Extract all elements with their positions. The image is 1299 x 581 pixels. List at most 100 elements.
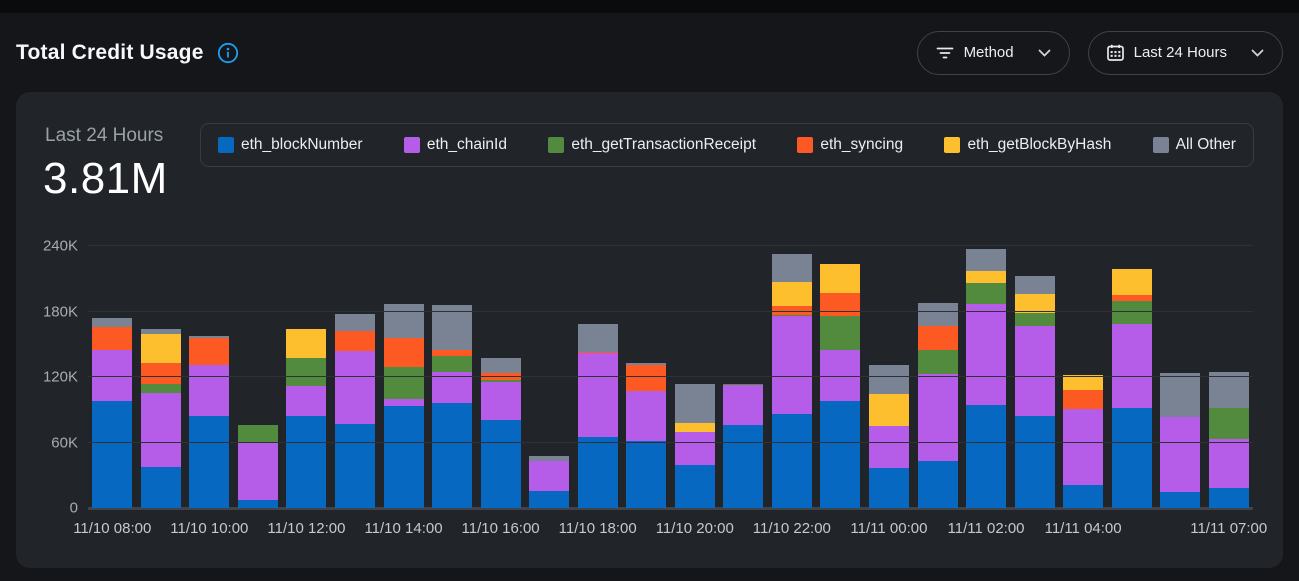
bar-segment-eth_gettransactionreceipt <box>966 283 1006 304</box>
bar-segment-eth_chainid <box>189 365 229 416</box>
stacked-bar-11-10-10-00[interactable] <box>189 246 229 508</box>
legend-item-eth_blocknumber[interactable]: eth_blockNumber <box>218 136 362 154</box>
bar-segment-eth_gettransactionreceipt <box>286 358 326 385</box>
bar-segment-eth_blocknumber <box>869 468 909 508</box>
stacked-bar-11-10-15-00[interactable] <box>432 246 472 508</box>
stacked-bar-11-10-21-00[interactable] <box>723 246 763 508</box>
header: Total Credit Usage Method <box>0 13 1299 92</box>
filters: Method Last 24 Hours <box>917 31 1283 75</box>
stacked-bar-11-10-12-00[interactable] <box>286 246 326 508</box>
bar-segment-eth_chainid <box>626 391 666 441</box>
bar-slot <box>1059 246 1108 508</box>
bar-segment-eth_blocknumber <box>1015 416 1055 508</box>
stacked-bar-11-11-06-00[interactable] <box>1160 246 1200 508</box>
method-filter-dropdown[interactable]: Method <box>917 31 1070 75</box>
bar-segment-eth_chainid <box>481 382 521 419</box>
bar-slot <box>768 246 817 508</box>
x-tick-label: 11/11 02:00 <box>948 520 1025 537</box>
stacked-bar-11-11-07-00[interactable] <box>1209 246 1249 508</box>
x-tick-label: 11/11 00:00 <box>850 520 927 537</box>
total-value: 3.81M <box>43 154 168 204</box>
bar-segment-eth_blocknumber <box>1112 408 1152 508</box>
stacked-bar-11-10-17-00[interactable] <box>529 246 569 508</box>
bar-segment-eth_chainid <box>335 351 375 424</box>
bar-segment-eth_chainid <box>1160 417 1200 491</box>
legend-item-all-other[interactable]: All Other <box>1153 136 1236 154</box>
legend-item-eth_gettransactionreceipt[interactable]: eth_getTransactionReceipt <box>548 136 756 154</box>
bar-segment-eth_gettransactionreceipt <box>820 316 860 350</box>
bar-segment-eth_gettransactionreceipt <box>238 425 278 442</box>
calendar-icon <box>1107 44 1124 61</box>
bar-segment-eth_syncing <box>918 326 958 350</box>
bar-segment-eth_chainid <box>675 432 715 466</box>
bar-segment-eth_gettransactionreceipt <box>1015 313 1055 326</box>
stacked-bar-11-10-19-00[interactable] <box>626 246 666 508</box>
stacked-bar-11-11-05-00[interactable] <box>1112 246 1152 508</box>
stacked-bar-11-10-20-00[interactable] <box>675 246 715 508</box>
stacked-bar-11-11-00-00[interactable] <box>869 246 909 508</box>
gridline <box>88 311 1253 312</box>
bar-segment-eth_getblockbyhash <box>869 394 909 426</box>
stacked-bar-11-11-04-00[interactable] <box>1063 246 1103 508</box>
legend-label: eth_getBlockByHash <box>967 136 1111 154</box>
bar-slot <box>671 246 720 508</box>
bar-segment-eth_blocknumber <box>772 414 812 508</box>
legend-label: eth_chainId <box>427 136 507 154</box>
stacked-bar-11-11-03-00[interactable] <box>1015 246 1055 508</box>
bar-segment-eth_syncing <box>820 293 860 316</box>
bar-segment-eth_getblockbyhash <box>1063 375 1103 390</box>
bar-segment-eth_chainid <box>529 461 569 490</box>
x-tick-label: 11/10 22:00 <box>753 520 831 537</box>
title-wrap: Total Credit Usage <box>16 41 240 65</box>
bar-slot <box>1156 246 1205 508</box>
stacked-bar-11-10-13-00[interactable] <box>335 246 375 508</box>
bar-segment-eth_blocknumber <box>335 424 375 508</box>
bar-slot <box>962 246 1011 508</box>
info-icon[interactable] <box>216 41 240 65</box>
bar-segment-eth_syncing <box>189 338 229 365</box>
legend-item-eth_chainid[interactable]: eth_chainId <box>404 136 507 154</box>
bar-segment-eth_syncing <box>335 331 375 351</box>
bar-slot <box>234 246 283 508</box>
bar-segment-eth_gettransactionreceipt <box>1209 408 1249 440</box>
stacked-bar-11-10-09-00[interactable] <box>141 246 181 508</box>
bar-segment-eth_chainid <box>918 374 958 461</box>
date-range-dropdown[interactable]: Last 24 Hours <box>1088 31 1283 75</box>
bar-segment-eth_blocknumber <box>92 401 132 508</box>
usage-card: Last 24 Hours 3.81M eth_blockNumbereth_c… <box>16 92 1283 568</box>
bar-slot <box>185 246 234 508</box>
stacked-bar-11-10-22-00[interactable] <box>772 246 812 508</box>
stacked-bar-11-10-11-00[interactable] <box>238 246 278 508</box>
bar-segment-eth_gettransactionreceipt <box>918 350 958 374</box>
bar-segment-eth_chainid <box>384 399 424 407</box>
bar-segment-all-other <box>869 365 909 394</box>
bar-segment-all-other <box>675 384 715 423</box>
bar-segment-all-other <box>432 305 472 350</box>
stacked-bar-11-10-18-00[interactable] <box>578 246 618 508</box>
bar-slot <box>719 246 768 508</box>
legend-swatch <box>1153 137 1169 153</box>
bar-segment-eth_blocknumber <box>723 425 763 508</box>
y-tick-label: 240K <box>43 238 78 255</box>
gridline <box>88 376 1253 377</box>
bar-segment-eth_getblockbyhash <box>820 264 860 293</box>
stacked-bar-11-10-23-00[interactable] <box>820 246 860 508</box>
bar-segment-eth_blocknumber <box>626 441 666 508</box>
legend-item-eth_syncing[interactable]: eth_syncing <box>797 136 903 154</box>
bar-segment-eth_chainid <box>1112 324 1152 408</box>
stacked-bar-11-11-01-00[interactable] <box>918 246 958 508</box>
bar-segment-eth_getblockbyhash <box>966 271 1006 283</box>
bar-slot <box>816 246 865 508</box>
bar-segment-eth_blocknumber <box>1063 485 1103 508</box>
stacked-bar-11-10-16-00[interactable] <box>481 246 521 508</box>
stacked-bar-11-10-08-00[interactable] <box>92 246 132 508</box>
stacked-bar-11-10-14-00[interactable] <box>384 246 424 508</box>
bar-segment-eth_getblockbyhash <box>141 334 181 362</box>
bar-segment-eth_syncing <box>384 338 424 367</box>
stacked-bar-11-11-02-00[interactable] <box>966 246 1006 508</box>
bar-slot <box>913 246 962 508</box>
bar-segment-eth_chainid <box>1209 439 1249 488</box>
legend-item-eth_getblockbyhash[interactable]: eth_getBlockByHash <box>944 136 1111 154</box>
bar-segment-eth_blocknumber <box>481 420 521 508</box>
x-tick-label: 11/10 08:00 <box>73 520 151 537</box>
